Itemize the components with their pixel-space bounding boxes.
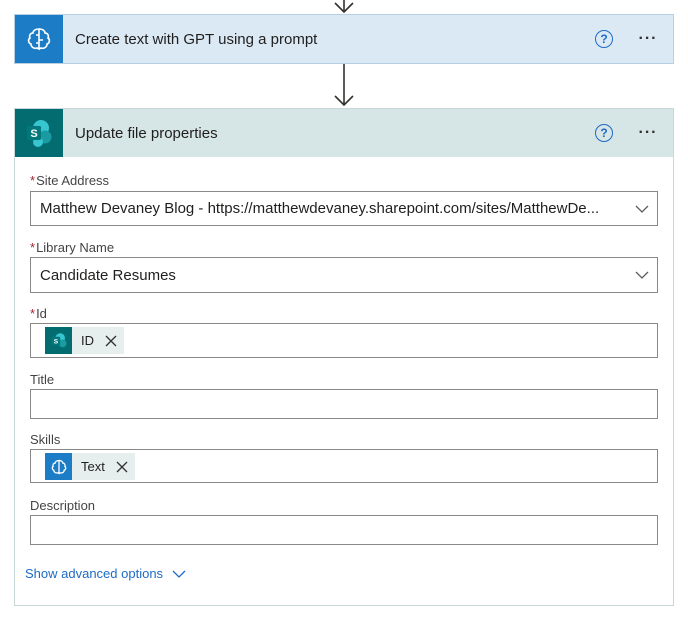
site-address-dropdown[interactable]: Matthew Devaney Blog - https://matthewde… (30, 191, 658, 226)
update-file-properties-card: S Update file properties ? ··· *Site Add… (14, 108, 674, 606)
site-address-label-text: Site Address (36, 173, 110, 188)
dynamic-content-token[interactable]: S ID (45, 327, 124, 354)
ai-brain-icon (15, 15, 63, 63)
show-advanced-options-link[interactable]: Show advanced options (25, 566, 186, 581)
gpt-card-header[interactable]: Create text with GPT using a prompt ? ··… (15, 15, 673, 63)
card-title: Update file properties (75, 124, 218, 142)
id-input[interactable]: S ID (30, 323, 658, 358)
token-label: Text (81, 459, 105, 474)
help-icon[interactable]: ? (595, 124, 613, 142)
more-options-icon[interactable]: ··· (635, 30, 661, 48)
library-name-label: *Library Name (30, 240, 114, 255)
library-name-label-text: Library Name (36, 240, 115, 255)
site-address-label: *Site Address (30, 173, 109, 188)
library-name-value: Candidate Resumes (40, 267, 176, 284)
card-title: Create text with GPT using a prompt (75, 30, 318, 48)
required-marker: * (30, 306, 36, 321)
description-input[interactable] (30, 515, 658, 545)
description-label: Description (30, 498, 96, 513)
help-icon[interactable]: ? (595, 30, 613, 48)
id-label: *Id (30, 306, 47, 321)
arrow-down-icon (334, 0, 354, 14)
chevron-down-icon (172, 570, 186, 578)
title-input[interactable] (30, 389, 658, 419)
update-card-header[interactable]: S Update file properties ? ··· (15, 109, 673, 157)
svg-text:S: S (53, 338, 58, 345)
more-options-icon[interactable]: ··· (635, 124, 661, 142)
library-name-dropdown[interactable]: Candidate Resumes (30, 257, 658, 293)
remove-token-icon[interactable] (115, 460, 129, 474)
id-label-text: Id (36, 306, 47, 321)
site-address-value: Matthew Devaney Blog - https://matthewde… (40, 200, 600, 217)
ai-brain-icon (45, 453, 72, 480)
remove-token-icon[interactable] (104, 334, 118, 348)
chevron-down-icon[interactable] (635, 268, 649, 282)
svg-text:S: S (30, 128, 37, 140)
dynamic-content-token[interactable]: Text (45, 453, 135, 480)
required-marker: * (30, 173, 36, 188)
sharepoint-icon: S (45, 327, 72, 354)
arrow-down-icon (334, 63, 354, 107)
gpt-action-card[interactable]: Create text with GPT using a prompt ? ··… (14, 14, 674, 64)
connector-arrow (332, 63, 356, 108)
connector-arrow-top (332, 0, 356, 14)
token-label: ID (81, 333, 94, 348)
required-marker: * (30, 240, 36, 255)
skills-label: Skills (30, 432, 61, 447)
skills-input[interactable]: Text (30, 449, 658, 483)
chevron-down-icon[interactable] (635, 202, 649, 216)
sharepoint-icon: S (15, 109, 63, 157)
advanced-options-label: Show advanced options (25, 566, 164, 581)
title-label: Title (30, 372, 55, 387)
